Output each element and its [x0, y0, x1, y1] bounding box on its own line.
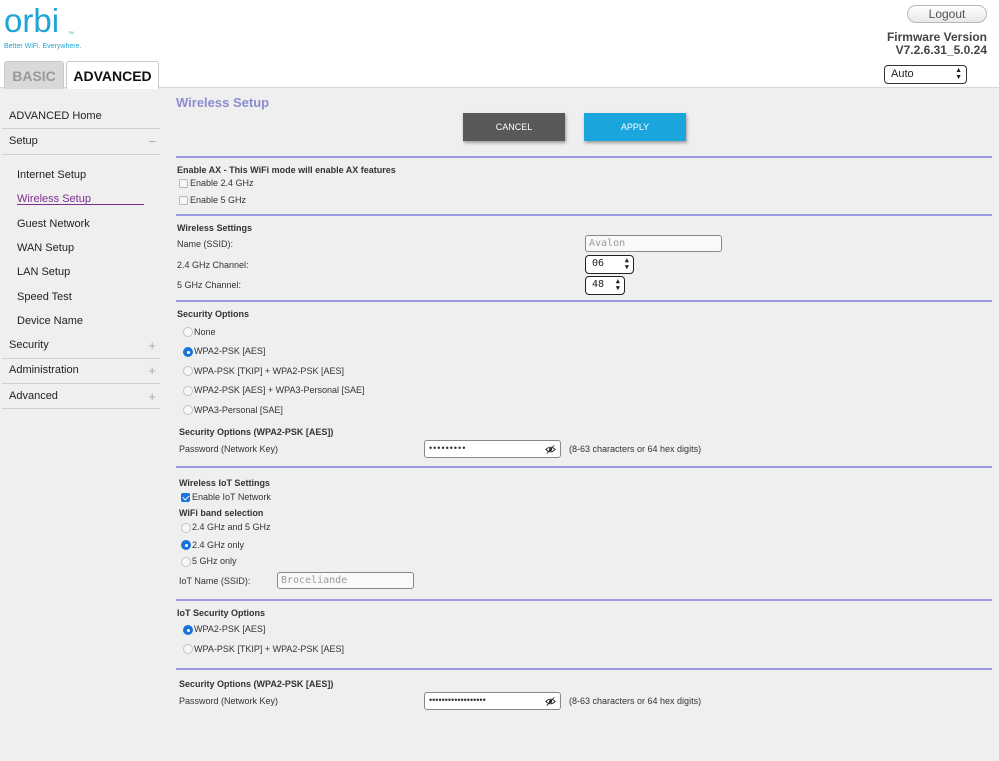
tab-basic[interactable]: BASIC	[4, 61, 64, 89]
wireless-settings-heading: Wireless Settings	[177, 223, 252, 233]
nav-divider	[2, 154, 160, 155]
plus-icon: +	[148, 389, 156, 404]
nav-label: Setup	[9, 135, 38, 147]
band-24-radio[interactable]	[181, 540, 191, 550]
security-wpa3-label: WPA3-Personal [SAE]	[194, 405, 283, 415]
security-wpa-wpa2-radio[interactable]	[183, 366, 193, 376]
nav-wan-setup[interactable]: WAN Setup	[17, 242, 74, 254]
iot-security-sub-heading: Security Options (WPA2-PSK [AES])	[179, 679, 334, 689]
nav-advanced[interactable]: Advanced +	[2, 384, 160, 409]
logo-trademark: TM	[68, 30, 74, 35]
page-title: Wireless Setup	[176, 95, 270, 110]
firmware-version: V7.2.6.31_5.0.24	[895, 43, 987, 57]
iot-password-label: Password (Network Key)	[179, 696, 279, 706]
logo-tagline: Better WiFi. Everywhere.	[4, 43, 82, 50]
band-5-radio[interactable]	[181, 557, 191, 567]
nav-label: Security	[9, 339, 49, 351]
channel-24-select[interactable]: 06 ▲ ▼	[585, 255, 634, 274]
band-both-label: 2.4 GHz and 5 GHz	[192, 522, 271, 532]
iot-security-heading: IoT Security Options	[177, 608, 266, 618]
minus-icon: −	[148, 134, 156, 149]
section-divider	[176, 599, 992, 601]
enable-iot-checkbox[interactable]	[181, 493, 190, 502]
nav-device-name[interactable]: Device Name	[17, 315, 83, 327]
iot-password-hint: (8-63 characters or 64 hex digits)	[569, 696, 702, 706]
wifi-band-heading: WiFi band selection	[179, 508, 264, 518]
security-none-label: None	[194, 327, 216, 337]
band-24-label: 2.4 GHz only	[192, 540, 245, 550]
band-5-label: 5 GHz only	[192, 556, 237, 566]
password-input[interactable]: •••••••••	[424, 440, 561, 458]
iot-security-wpa2-label: WPA2-PSK [AES]	[194, 624, 266, 634]
nav-label: Advanced	[9, 390, 58, 402]
updown-arrows-icon: ▲ ▼	[624, 256, 629, 271]
channel-24-value: 06	[592, 258, 605, 269]
channel-5-label: 5 GHz Channel:	[177, 280, 242, 290]
tab-advanced[interactable]: ADVANCED	[66, 61, 159, 89]
iot-security-wpa-wpa2-radio[interactable]	[183, 644, 193, 654]
hide-password-icon[interactable]	[545, 696, 556, 707]
password-hint: (8-63 characters or 64 hex digits)	[569, 444, 702, 454]
enable-5ghz-checkbox[interactable]	[179, 196, 188, 205]
band-both-radio[interactable]	[181, 523, 191, 533]
apply-button[interactable]: APPLY	[584, 113, 686, 141]
nav-lan-setup[interactable]: LAN Setup	[17, 266, 70, 278]
ssid-label: Name (SSID):	[177, 239, 234, 249]
nav-setup[interactable]: Setup −	[2, 129, 160, 154]
security-wpa-wpa2-label: WPA-PSK [TKIP] + WPA2-PSK [AES]	[194, 366, 344, 376]
iot-name-label: IoT Name (SSID):	[179, 576, 251, 586]
section-divider	[176, 300, 992, 302]
ax-heading: Enable AX - This WiFi mode will enable A…	[177, 165, 396, 175]
security-wpa2-wpa3-label: WPA2-PSK [AES] + WPA3-Personal [SAE]	[194, 385, 365, 395]
nav-administration[interactable]: Administration +	[2, 358, 160, 383]
nav-speed-test[interactable]: Speed Test	[17, 291, 72, 303]
nav-guest-network[interactable]: Guest Network	[17, 218, 90, 230]
iot-password-mask: ••••••••••••••••••	[429, 695, 486, 705]
nav-internet-setup[interactable]: Internet Setup	[17, 169, 86, 181]
enable-5ghz-label: Enable 5 GHz	[190, 195, 247, 205]
channel-5-select[interactable]: 48 ▲ ▼	[585, 276, 625, 295]
section-divider	[176, 668, 992, 670]
updown-arrows-icon: ▲ ▼	[955, 67, 962, 81]
language-select[interactable]: Auto ▲ ▼	[884, 65, 967, 84]
enable-iot-label: Enable IoT Network	[192, 492, 271, 502]
password-label: Password (Network Key)	[179, 444, 279, 454]
orbi-logo: orbi	[4, 2, 60, 39]
iot-security-wpa-wpa2-label: WPA-PSK [TKIP] + WPA2-PSK [AES]	[194, 644, 344, 654]
updown-arrows-icon: ▲ ▼	[615, 277, 620, 292]
hide-password-icon[interactable]	[545, 444, 556, 455]
iot-heading: Wireless IoT Settings	[179, 478, 270, 488]
password-mask: •••••••••	[429, 443, 467, 453]
security-wpa2-radio[interactable]	[183, 347, 193, 357]
nav-label: Administration	[9, 364, 79, 376]
channel-24-label: 2.4 GHz Channel:	[177, 260, 249, 270]
plus-icon: +	[148, 363, 156, 378]
security-options-heading: Security Options	[177, 309, 250, 319]
nav-security[interactable]: Security +	[2, 333, 160, 358]
cancel-button[interactable]: CANCEL	[463, 113, 565, 141]
security-wpa3-radio[interactable]	[183, 405, 193, 415]
nav-advanced-home[interactable]: ADVANCED Home	[2, 104, 160, 129]
channel-5-value: 48	[592, 279, 605, 290]
iot-name-input[interactable]: Broceliande	[277, 572, 414, 589]
iot-security-wpa2-radio[interactable]	[183, 625, 193, 635]
section-divider	[176, 214, 992, 216]
section-divider	[176, 466, 992, 468]
enable-24ghz-checkbox[interactable]	[179, 179, 188, 188]
section-divider	[176, 156, 992, 158]
logout-button[interactable]: Logout	[907, 5, 987, 23]
language-value: Auto	[891, 68, 914, 80]
firmware-label: Firmware Version	[886, 30, 987, 44]
plus-icon: +	[148, 338, 156, 353]
active-nav-underline	[17, 204, 144, 205]
enable-24ghz-label: Enable 2.4 GHz	[190, 178, 254, 188]
security-none-radio[interactable]	[183, 327, 193, 337]
iot-password-input[interactable]: ••••••••••••••••••	[424, 692, 561, 710]
security-sub-heading: Security Options (WPA2-PSK [AES])	[179, 427, 334, 437]
security-wpa2-label: WPA2-PSK [AES]	[194, 346, 266, 356]
nav-divider	[2, 408, 160, 409]
ssid-input[interactable]: Avalon	[585, 235, 722, 252]
nav-label: ADVANCED Home	[9, 110, 102, 122]
security-wpa2-wpa3-radio[interactable]	[183, 386, 193, 396]
